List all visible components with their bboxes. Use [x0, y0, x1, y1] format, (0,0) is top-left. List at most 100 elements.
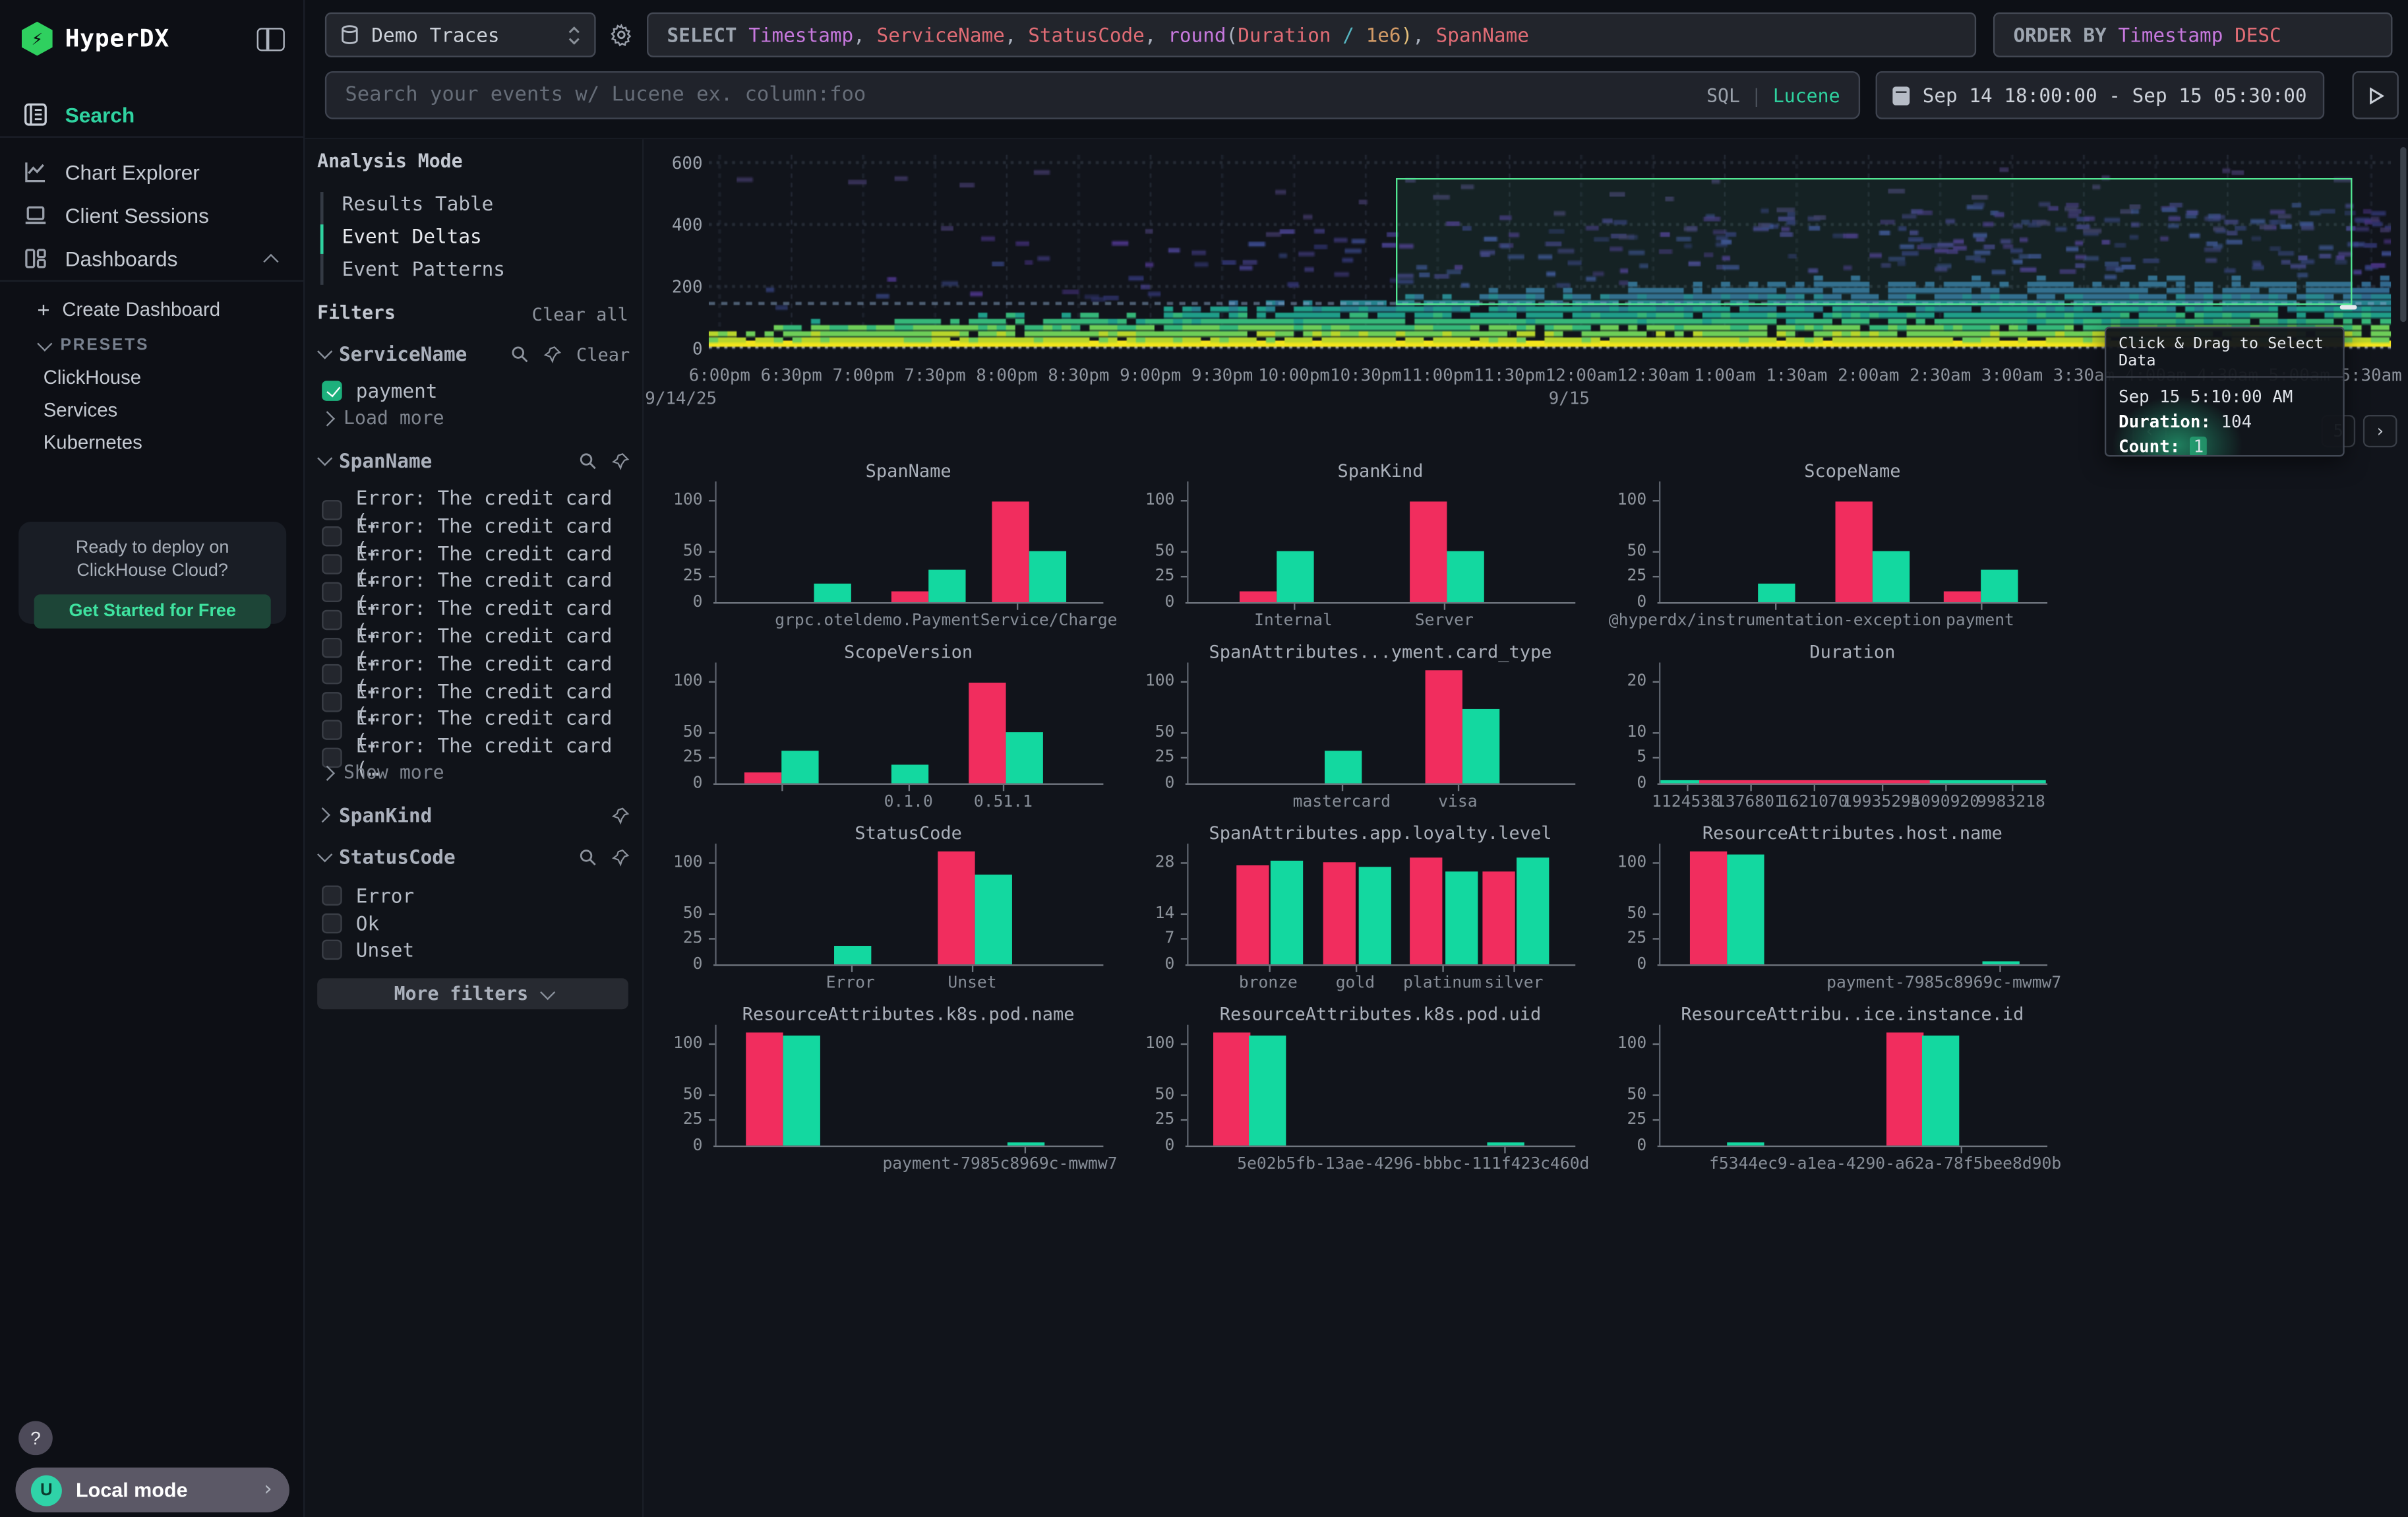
pin-icon[interactable] [544, 344, 562, 363]
chart-plot [1187, 481, 1574, 602]
filter-option-ok[interactable]: Ok [322, 911, 379, 934]
date-range-value: Sep 14 18:00:00 - Sep 15 05:30:00 [1923, 84, 2307, 107]
source-select[interactable]: Demo Traces [325, 13, 596, 57]
search-input[interactable]: Search your events w/ Lucene ex. column:… [325, 71, 1860, 119]
heatmap-xtick: 7:30pm [904, 365, 965, 386]
chart-ytick: 25 [1122, 749, 1175, 767]
pin-icon[interactable] [611, 806, 630, 824]
chart-ScopeName[interactable]: ScopeName10050250@hyperdx/instrumentatio… [1594, 460, 2052, 636]
checkbox-checked[interactable] [322, 381, 342, 401]
chart-plot [1659, 1025, 2046, 1146]
sidebar-item-search[interactable]: Search [0, 93, 303, 137]
filter-option-unset[interactable]: Unset [322, 938, 414, 961]
chart-ytick: 25 [1594, 1111, 1646, 1129]
sidebar-item-client-sessions[interactable]: Client Sessions [0, 193, 303, 237]
bar-red [1944, 592, 1981, 602]
filter-group-servicename[interactable]: ServiceName Clear [317, 342, 630, 365]
clear-all-button[interactable]: Clear all [532, 303, 628, 325]
filter-option-payment[interactable]: payment [322, 379, 437, 402]
chart-ScopeVersion[interactable]: ScopeVersion100502500.1.00.51.1 [650, 641, 1108, 818]
language-toggle[interactable]: SQL | Lucene [1706, 84, 1840, 106]
search-icon[interactable] [579, 848, 597, 866]
chart-ytick: 50 [650, 904, 703, 922]
create-dashboard-button[interactable]: + Create Dashboard [0, 291, 303, 328]
tooltip-time: Sep 15 5:10:00 AM [2119, 385, 2331, 410]
chevron-right-icon [315, 807, 330, 822]
date-range-picker[interactable]: Sep 14 18:00:00 - Sep 15 05:30:00 [1876, 71, 2325, 119]
chart-title: Duration [1659, 641, 2046, 663]
sql-toggle[interactable]: SQL [1706, 84, 1740, 106]
checkbox[interactable] [322, 885, 342, 906]
bar-red [969, 683, 1006, 783]
filter-option-error[interactable]: Error [322, 884, 414, 907]
show-more-button[interactable]: Show more [322, 762, 444, 784]
clear-filter-button[interactable]: Clear [576, 343, 630, 365]
chevron-down-icon [317, 344, 332, 359]
chart-SpanName[interactable]: SpanName10050250grpc.oteldemo.PaymentSer… [650, 460, 1108, 636]
event-deltas-charts: SpanName10050250grpc.oteldemo.PaymentSer… [644, 446, 2408, 1313]
selection-rectangle[interactable] [1396, 178, 2352, 305]
sidebar-item-kubernetes[interactable]: Kubernetes [0, 425, 303, 460]
filter-group-statuscode[interactable]: StatusCode [317, 845, 630, 868]
bar-red [1410, 858, 1443, 964]
heatmap-xtick: 7:00pm [833, 365, 894, 386]
chart-ResourceAttributes.k8s.pod.name[interactable]: ResourceAttributes.k8s.pod.name10050250p… [650, 1003, 1108, 1180]
sidebar-item-services[interactable]: Services [0, 393, 303, 427]
sidebar-item-dashboards[interactable]: Dashboards [0, 237, 303, 280]
filter-group-spanname[interactable]: SpanName [317, 449, 630, 472]
chart-title: ResourceAttributes.k8s.pod.name [715, 1003, 1102, 1025]
presets-toggle[interactable]: PRESETS [0, 330, 303, 361]
chart-xtick: payment [1946, 611, 2014, 630]
pin-icon[interactable] [611, 451, 630, 470]
order-by-input[interactable]: ORDER BY Timestamp DESC [1993, 13, 2393, 57]
chart-SpanAttributes.app.loyalty.level[interactable]: SpanAttributes.app.loyalty.level281470br… [1122, 822, 1580, 999]
chart-xtick: 1621070 [1780, 793, 1848, 811]
run-query-button[interactable] [2352, 71, 2398, 119]
load-more-button[interactable]: Load more [322, 407, 444, 429]
chart-ResourceAttributes.k8s.pod.uid[interactable]: ResourceAttributes.k8s.pod.uid100502505e… [1122, 1003, 1580, 1180]
chart-SpanKind[interactable]: SpanKind10050250InternalServer [1122, 460, 1580, 636]
lucene-toggle[interactable]: Lucene [1773, 84, 1840, 106]
chart-xtick: Server [1415, 611, 1474, 630]
sidebar-item-clickhouse[interactable]: ClickHouse [0, 361, 303, 395]
chart-xtick: @hyperdx/instrumentation-exception [1609, 611, 1941, 630]
chart-title: SpanAttributes.app.loyalty.level [1187, 822, 1574, 844]
chart-Duration[interactable]: Duration20105011245381376801162107019935… [1594, 641, 2052, 818]
bar-green [1271, 860, 1303, 964]
query-token [2223, 23, 2235, 46]
pager-next-button[interactable]: › [2363, 415, 2397, 447]
bar-green [1517, 858, 1549, 964]
local-mode-menu[interactable]: U Local mode › [15, 1468, 289, 1512]
gear-icon[interactable] [610, 23, 633, 46]
chart-StatusCode[interactable]: StatusCode10050250ErrorUnset [650, 822, 1108, 999]
collapse-sidebar-icon[interactable] [257, 27, 285, 50]
checkbox[interactable] [322, 913, 342, 933]
scrollbar-thumb[interactable] [2400, 147, 2406, 322]
filters-title: Filters [317, 302, 396, 324]
chart-xtick: silver [1484, 974, 1543, 992]
heatmap-xtick: 9:30pm [1191, 365, 1253, 386]
chart-title: ResourceAttributes.k8s.pod.uid [1187, 1003, 1574, 1025]
search-icon[interactable] [579, 451, 597, 470]
help-button[interactable]: ? [18, 1421, 53, 1456]
preset-label: Services [44, 400, 118, 421]
bar-red [744, 773, 781, 784]
preset-label: ClickHouse [44, 367, 141, 388]
more-filters-button[interactable]: More filters [317, 978, 628, 1009]
filter-group-spankind[interactable]: SpanKind [317, 803, 630, 826]
search-icon[interactable] [511, 344, 529, 363]
analysis-mode-event-patterns[interactable]: Event Patterns [342, 257, 505, 280]
chart-SpanAttributes...yment.card_type[interactable]: SpanAttributes...yment.card_type10050250… [1122, 641, 1580, 818]
chart-ResourceAttributes.host.name[interactable]: ResourceAttributes.host.name10050250paym… [1594, 822, 2052, 999]
select-query-input[interactable]: SELECT Timestamp, ServiceName, StatusCod… [647, 13, 1976, 57]
chart-xtick: 4090920 [1911, 793, 1979, 811]
analysis-mode-event-deltas[interactable]: Event Deltas [342, 224, 482, 247]
get-started-button[interactable]: Get Started for Free [34, 594, 271, 629]
pin-icon[interactable] [611, 848, 630, 866]
chart-xtick: Error [826, 974, 875, 992]
sidebar-item-chart-explorer[interactable]: Chart Explorer [0, 150, 303, 194]
analysis-mode-results-table[interactable]: Results Table [342, 192, 494, 215]
query-token: , [853, 23, 876, 46]
checkbox[interactable] [322, 940, 342, 960]
chart-ResourceAttribu..ice.instance.id[interactable]: ResourceAttribu..ice.instance.id10050250… [1594, 1003, 2052, 1180]
